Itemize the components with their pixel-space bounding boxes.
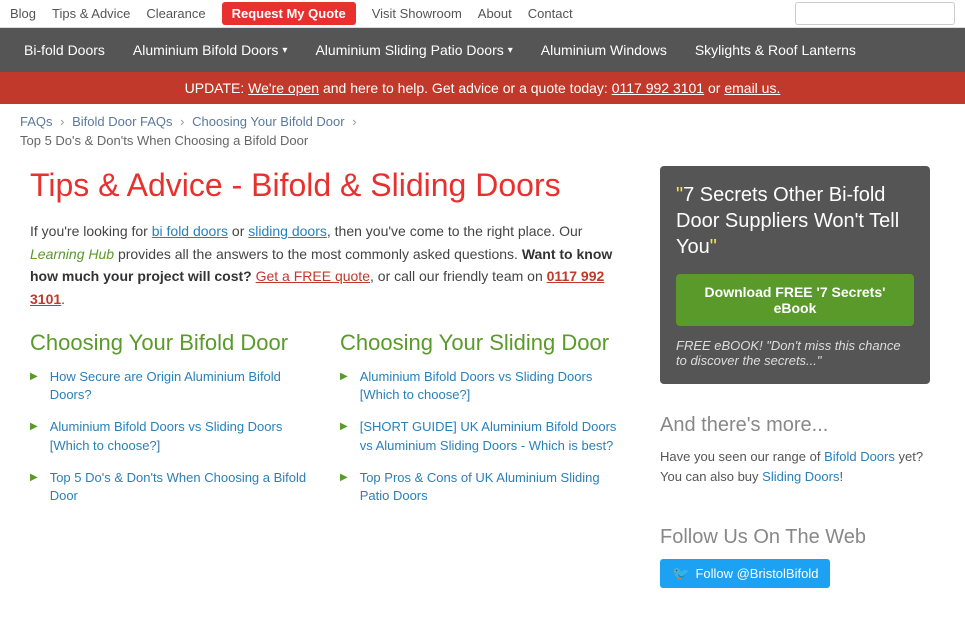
breadcrumb-sep-3: › [352,114,356,129]
tips-advice-link[interactable]: Tips & Advice [52,6,130,21]
twitter-button-label: Follow @BristolBifold [695,566,818,581]
col1-list: How Secure are Origin Aluminium Bifold D… [30,368,320,505]
free-quote-link[interactable]: Get a FREE quote [256,268,370,284]
nav-bifold-doors[interactable]: Bi-fold Doors [10,28,119,72]
dropdown-arrow-1: ▾ [282,45,287,56]
intro-part4: provides all the answers to the most com… [114,246,522,262]
phone-link[interactable]: 0117 992 3101 [612,80,704,96]
list-item: Top Pros & Cons of UK Aluminium Sliding … [340,469,630,505]
dropdown-arrow-2: ▾ [508,45,513,56]
alert-after-link: and here to help. Get advice or a quote … [319,80,612,96]
col-sliding: Choosing Your Sliding Door Aluminium Bif… [340,330,630,519]
ebook-box: "7 Secrets Other Bi-fold Door Suppliers … [660,166,930,384]
sliding-doors-sidebar-link[interactable]: Sliding Doors [762,469,839,484]
list-item: Aluminium Bifold Doors vs Sliding Doors … [340,368,630,404]
bi-fold-doors-link[interactable]: bi fold doors [152,223,228,239]
top-nav: Blog Tips & Advice Clearance Request My … [0,0,965,28]
alert-or: or [704,80,724,96]
breadcrumb-sep-1: › [60,114,68,129]
nav-aluminium-bifold-label: Aluminium Bifold Doors [133,42,279,58]
alert-bar: UPDATE: We're open and here to help. Get… [0,72,965,104]
twitter-icon: 🐦 [672,565,689,582]
quote-close: " [710,236,717,258]
alert-text: UPDATE: [185,80,249,96]
request-quote-button[interactable]: Request My Quote [222,2,356,25]
page-title: Tips & Advice - Bifold & Sliding Doors [30,166,630,204]
nav-aluminium-bifold[interactable]: Aluminium Bifold Doors ▾ [119,28,302,72]
nav-aluminium-windows[interactable]: Aluminium Windows [527,28,681,72]
download-ebook-button[interactable]: Download FREE '7 Secrets' eBook [676,274,914,326]
col1-title: Choosing Your Bifold Door [30,330,320,356]
nav-aluminium-sliding[interactable]: Aluminium Sliding Patio Doors ▾ [301,28,526,72]
breadcrumb-faqs[interactable]: FAQs [20,114,53,129]
nav-skylights[interactable]: Skylights & Roof Lanterns [681,28,870,72]
list-item: How Secure are Origin Aluminium Bifold D… [30,368,320,404]
col-bifold: Choosing Your Bifold Door How Secure are… [30,330,320,519]
twitter-follow-button[interactable]: 🐦 Follow @BristolBifold [660,559,830,588]
ebook-sub-text: FREE eBOOK! "Don't miss this chance to d… [676,338,914,368]
col2-list: Aluminium Bifold Doors vs Sliding Doors … [340,368,630,505]
intro-part3: , then you've come to the right place. O… [327,223,583,239]
more-part1: Have you seen our range of [660,449,824,464]
two-column-section: Choosing Your Bifold Door How Secure are… [30,330,630,519]
breadcrumb-bifold-faqs[interactable]: Bifold Door FAQs [72,114,172,129]
follow-title: Follow Us On The Web [660,526,930,549]
col2-item-3-link[interactable]: Top Pros & Cons of UK Aluminium Sliding … [360,469,630,505]
main-content: Tips & Advice - Bifold & Sliding Doors I… [10,156,650,628]
ebook-title: "7 Secrets Other Bi-fold Door Suppliers … [676,182,914,260]
col1-item-2-link[interactable]: Aluminium Bifold Doors vs Sliding Doors … [50,418,320,454]
breadcrumb-sep-2: › [180,114,188,129]
list-item: Aluminium Bifold Doors vs Sliding Doors … [30,418,320,454]
contact-link[interactable]: Contact [528,6,573,21]
visit-showroom-link[interactable]: Visit Showroom [372,6,462,21]
search-area [795,2,955,25]
intro-part2: or [228,223,248,239]
breadcrumb-choosing[interactable]: Choosing Your Bifold Door [192,114,345,129]
follow-section: Follow Us On The Web 🐦 Follow @BristolBi… [660,516,930,598]
breadcrumb: FAQs › Bifold Door FAQs › Choosing Your … [0,104,965,133]
sliding-doors-link[interactable]: sliding doors [248,223,327,239]
col1-item-3-link[interactable]: Top 5 Do's & Don'ts When Choosing a Bifo… [50,469,320,505]
learning-hub-link[interactable]: Learning Hub [30,246,114,262]
blog-link[interactable]: Blog [10,6,36,21]
email-link[interactable]: email us. [724,80,780,96]
intro-end: . [61,291,65,307]
nav-aluminium-sliding-label: Aluminium Sliding Patio Doors [315,42,503,58]
main-nav: Bi-fold Doors Aluminium Bifold Doors ▾ A… [0,28,965,72]
list-item: [SHORT GUIDE] UK Aluminium Bifold Doors … [340,418,630,454]
were-open-link[interactable]: We're open [248,80,319,96]
more-text: Have you seen our range of Bifold Doors … [660,447,930,486]
about-link[interactable]: About [478,6,512,21]
sidebar: "7 Secrets Other Bi-fold Door Suppliers … [650,156,940,628]
col2-item-1-link[interactable]: Aluminium Bifold Doors vs Sliding Doors … [360,368,630,404]
clearance-link[interactable]: Clearance [146,6,205,21]
intro-part1: If you're looking for [30,223,152,239]
list-item: Top 5 Do's & Don'ts When Choosing a Bifo… [30,469,320,505]
more-part3: ! [839,469,843,484]
page-layout: Tips & Advice - Bifold & Sliding Doors I… [0,156,965,628]
more-section: And there's more... Have you seen our ra… [660,404,930,496]
intro-part6: , or call our friendly team on [370,268,547,284]
col2-title: Choosing Your Sliding Door [340,330,630,356]
breadcrumb-current: Top 5 Do's & Don'ts When Choosing a Bifo… [0,133,965,156]
more-title: And there's more... [660,414,930,437]
intro-paragraph: If you're looking for bi fold doors or s… [30,220,630,310]
col2-item-2-link[interactable]: [SHORT GUIDE] UK Aluminium Bifold Doors … [360,418,630,454]
search-input[interactable] [795,2,955,25]
col1-item-1-link[interactable]: How Secure are Origin Aluminium Bifold D… [50,368,320,404]
bifold-doors-sidebar-link[interactable]: Bifold Doors [824,449,895,464]
